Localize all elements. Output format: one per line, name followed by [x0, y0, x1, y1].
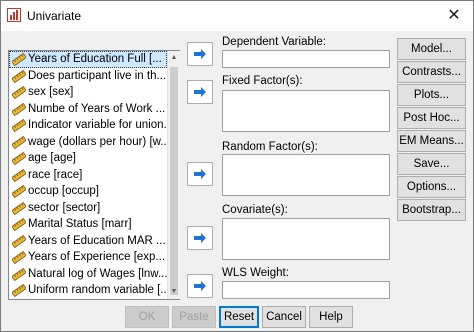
- variable-name: Years of Experience [exp...: [28, 251, 166, 263]
- variable-list-item[interactable]: Numbe of Years of Work ...: [9, 101, 167, 118]
- scale-variable-icon: [12, 152, 26, 165]
- post-hoc-button[interactable]: Post Hoc...: [397, 107, 466, 129]
- variable-list-item[interactable]: Years of Education Full [...: [9, 51, 167, 68]
- variable-list-item[interactable]: age [age]: [9, 150, 167, 167]
- cancel-button[interactable]: Cancel: [262, 306, 306, 328]
- variable-list-item[interactable]: Does participant live in th...: [9, 68, 167, 85]
- variable-list-item[interactable]: sex [sex]: [9, 84, 167, 101]
- variable-list-item[interactable]: Indicator variable for union...: [9, 117, 167, 134]
- variable-list-item[interactable]: Marital Status [marr]: [9, 216, 167, 233]
- variable-name: Uniform random variable [...: [28, 284, 167, 296]
- arrow-right-icon: [194, 233, 206, 243]
- bootstrap-button[interactable]: Bootstrap...: [397, 199, 466, 221]
- variable-list[interactable]: Years of Education Full [... Does partici…: [8, 50, 180, 300]
- variable-list-item[interactable]: sector [sector]: [9, 200, 167, 217]
- variable-name: Years of Education Full [...: [28, 53, 162, 65]
- options-button[interactable]: Options...: [397, 176, 466, 198]
- save-button[interactable]: Save...: [397, 153, 466, 175]
- arrow-right-icon: [194, 169, 206, 179]
- fixed-factor-list[interactable]: [222, 90, 390, 132]
- app-icon: [7, 8, 21, 22]
- variable-name: age [age]: [28, 152, 76, 164]
- scale-variable-icon: [12, 218, 26, 231]
- scale-variable-icon: [12, 267, 26, 281]
- variable-list-item[interactable]: occup [occup]: [9, 183, 167, 200]
- scale-variable-icon: [12, 119, 26, 132]
- dependent-variable-label: Dependent Variable:: [222, 36, 326, 48]
- move-to-dependent-button[interactable]: [187, 42, 213, 66]
- scale-variable-icon: [12, 201, 26, 215]
- scale-variable-icon: [12, 69, 26, 83]
- variable-list-item[interactable]: Years of Experience [exp...: [9, 249, 167, 266]
- dependent-variable-field[interactable]: [222, 50, 390, 68]
- scroll-thumb[interactable]: [170, 67, 178, 295]
- variable-name: Marital Status [marr]: [28, 218, 132, 230]
- random-factor-label: Random Factor(s):: [222, 141, 318, 153]
- model-button[interactable]: Model...: [397, 38, 466, 60]
- arrow-right-icon: [194, 87, 206, 97]
- scale-variable-icon: [12, 86, 26, 99]
- variable-name: wage (dollars per hour) [w...: [28, 135, 167, 148]
- arrow-right-icon: [194, 281, 206, 291]
- em-means-button[interactable]: EM Means...: [397, 130, 466, 152]
- scale-variable-icon: [12, 53, 26, 66]
- variable-list-item[interactable]: wage (dollars per hour) [w...: [9, 134, 167, 151]
- variable-list-item[interactable]: race [race]: [9, 167, 167, 184]
- scale-variable-icon: [12, 284, 26, 297]
- variable-name: race [race]: [28, 168, 83, 181]
- variable-name: Numbe of Years of Work ...: [28, 102, 166, 115]
- fixed-factor-label: Fixed Factor(s):: [222, 75, 303, 87]
- window-title: Univariate: [27, 9, 82, 23]
- arrow-right-icon: [194, 49, 206, 59]
- move-to-fixed-factor-button[interactable]: [187, 80, 213, 104]
- scale-variable-icon: [12, 185, 26, 198]
- variable-name: Does participant live in th...: [28, 69, 167, 82]
- variable-name: sex [sex]: [28, 86, 74, 98]
- paste-button[interactable]: Paste: [172, 306, 216, 328]
- plots-button[interactable]: Plots...: [397, 84, 466, 106]
- contrasts-button[interactable]: Contrasts...: [397, 61, 466, 83]
- scroll-down-icon[interactable]: ▼: [168, 285, 180, 299]
- variable-name: Natural log of Wages [lnw...: [28, 267, 167, 280]
- reset-button[interactable]: Reset: [219, 306, 259, 328]
- scale-variable-icon: [12, 234, 26, 248]
- variable-list-item[interactable]: Natural log of Wages [lnw...: [9, 266, 167, 283]
- move-to-wls-weight-button[interactable]: [187, 274, 213, 298]
- variable-name: Years of Education MAR ...: [28, 234, 166, 247]
- random-factor-list[interactable]: [222, 154, 390, 196]
- variable-name: occup [occup]: [28, 185, 99, 197]
- variable-list-scrollbar[interactable]: ▲ ▼: [167, 51, 180, 299]
- help-button[interactable]: Help: [309, 306, 353, 328]
- wls-weight-field[interactable]: [222, 281, 390, 299]
- univariate-dialog: Univariate ✕ Years of Education Full [..…: [0, 0, 474, 332]
- scale-variable-icon: [12, 251, 26, 264]
- wls-weight-label: WLS Weight:: [222, 267, 289, 279]
- variable-list-items: Years of Education Full [... Does partici…: [9, 51, 167, 299]
- covariate-label: Covariate(s):: [222, 204, 288, 216]
- move-to-covariate-button[interactable]: [187, 226, 213, 250]
- scale-variable-icon: [12, 102, 26, 116]
- scale-variable-icon: [12, 135, 26, 149]
- variable-list-item[interactable]: Uniform random variable [...: [9, 282, 167, 299]
- variable-name: sector [sector]: [28, 201, 101, 214]
- scroll-up-icon[interactable]: ▲: [168, 51, 180, 65]
- move-to-random-factor-button[interactable]: [187, 162, 213, 186]
- covariate-list[interactable]: [222, 218, 390, 260]
- title-bar: Univariate ✕: [1, 1, 473, 31]
- scale-variable-icon: [12, 168, 26, 182]
- variable-name: Indicator variable for union...: [28, 119, 167, 131]
- variable-list-item[interactable]: Years of Education MAR ...: [9, 233, 167, 250]
- close-icon[interactable]: ✕: [437, 3, 471, 29]
- ok-button[interactable]: OK: [125, 306, 169, 328]
